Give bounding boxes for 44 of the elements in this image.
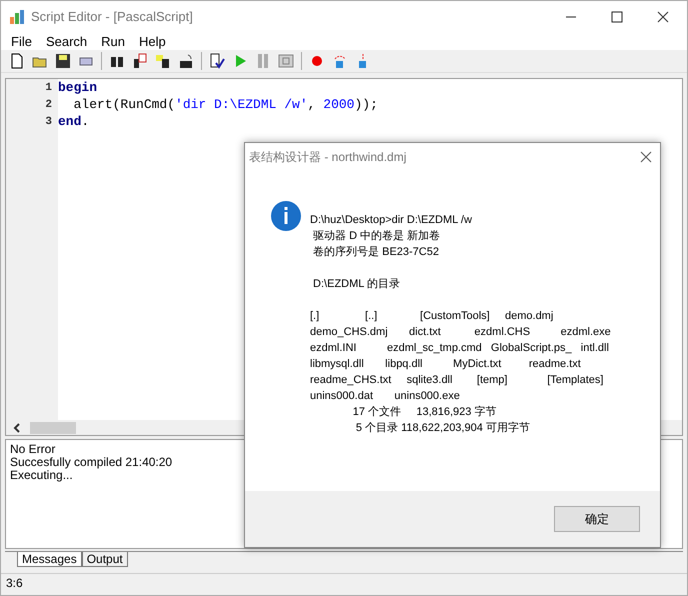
breakpoint-icon[interactable] <box>309 53 325 69</box>
message-text: 驱动器 D 中的卷是 新加卷 <box>312 230 440 242</box>
menu-item[interactable]: File <box>11 34 32 48</box>
close-icon[interactable] <box>657 10 669 22</box>
line-number: 3 <box>44 116 53 128</box>
message-text: 卷的序列号是 BE23-7C52 <box>312 246 439 258</box>
message-line: Succesfully compiled 21:40:20 <box>10 456 174 469</box>
save-icon[interactable] <box>55 53 71 69</box>
line-number: 1 <box>44 82 53 94</box>
check-document-icon[interactable] <box>209 53 225 69</box>
message-text: [.] [..] [CustomTools] demo.dmj <box>310 310 554 322</box>
message-text: readme_CHS.txt sqlite3.dll [temp] [Templates] <box>310 374 604 386</box>
cursor-position: 3:6 <box>6 576 23 590</box>
message-text: 17 个文件 13,816,923 字节 <box>352 406 496 418</box>
menu-item[interactable]: Run <box>101 34 126 48</box>
message-text: demo_CHS.dmj dict.txt ezdml.CHS ezdml.exe <box>310 326 611 338</box>
new-file-icon[interactable] <box>9 53 25 69</box>
info-icon <box>270 200 302 232</box>
code-line: begin <box>58 80 98 95</box>
menu-item[interactable]: Search <box>46 34 88 48</box>
message-text: 5 个目录 118,622,203,904 可用字节 <box>354 422 530 434</box>
window-title: Script Editor - [PascalScript] <box>31 9 193 24</box>
line-number: 2 <box>44 98 53 110</box>
maximize-icon[interactable] <box>611 10 623 22</box>
step-into-icon[interactable] <box>332 53 348 69</box>
message-text: D:\huz\Desktop>dir D:\EZDML /w <box>310 214 472 226</box>
close-icon[interactable] <box>640 151 652 163</box>
ok-button[interactable]: 确定 <box>554 506 640 532</box>
dialog-title: 表结构设计器 - northwind.dmj <box>249 148 406 166</box>
scroll-left-icon[interactable] <box>12 422 22 432</box>
message-line: Executing... <box>10 469 74 482</box>
menu-item[interactable]: Help <box>139 34 166 48</box>
scroll-thumb[interactable] <box>30 422 76 434</box>
message-text: ezdml.INI ezdml_sc_tmp.cmd GlobalScript.ps_ intl.dll <box>310 342 609 354</box>
code-line: end. <box>58 114 90 129</box>
code-line: alert(RunCmd('dir D:\EZDML /w', 2000)); <box>72 97 378 112</box>
message-line: No Error <box>10 443 56 456</box>
tab[interactable]: Output <box>82 552 128 567</box>
message-text: libmysql.dll libpq.dll MyDict.txt readme.txt <box>310 358 581 370</box>
app-icon <box>9 8 25 24</box>
stop-icon[interactable] <box>278 53 294 69</box>
message-text: unins000.dat unins000.exe <box>310 390 460 402</box>
message-text: D:\EZDML 的目录 <box>312 278 400 290</box>
tab[interactable]: Messages <box>17 552 82 567</box>
